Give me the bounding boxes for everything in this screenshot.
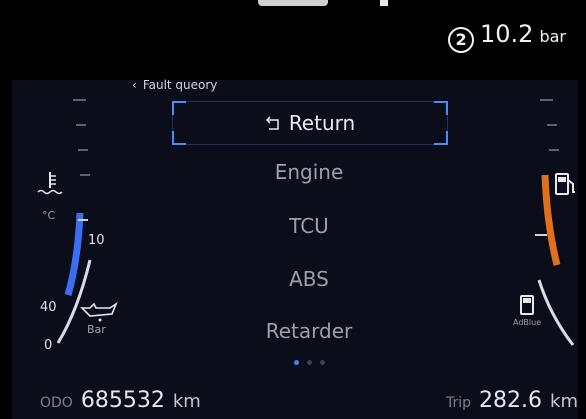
breadcrumb-label: Fault queory — [142, 78, 218, 92]
temp-tick-label: 10 — [88, 233, 105, 248]
trip-label: Trip — [446, 395, 472, 411]
circuit-indicator-icon: 2 — [448, 26, 475, 53]
pressure-value: 10.2 — [480, 20, 534, 48]
focus-corner — [434, 131, 448, 145]
odometer-value: 685532 — [80, 388, 165, 413]
adblue-gauge-track — [537, 279, 575, 346]
top-notch-marker — [380, 0, 388, 6]
page-dot — [307, 360, 312, 365]
odometer: ODO 685532 km — [40, 388, 201, 413]
return-icon — [265, 116, 279, 130]
oil-tick-high: 40 — [40, 300, 57, 315]
menu-item-abs[interactable]: ABS — [172, 267, 446, 291]
oil-unit-label: Bar — [87, 323, 106, 336]
coolant-gauge-fill — [64, 212, 84, 296]
trip-unit: km — [550, 391, 578, 412]
top-notch — [258, 0, 328, 6]
top-status-bar: 2 10.2 bar — [0, 0, 586, 80]
dashboard-screen: 2 10.2 bar ‹ Fault queory °C 10 40 0 Bar… — [0, 0, 586, 419]
menu-item-engine[interactable]: Engine — [172, 160, 446, 184]
pressure-unit: bar — [539, 27, 566, 46]
breadcrumb[interactable]: ‹ Fault queory — [132, 78, 217, 92]
oil-pressure-icon — [80, 301, 118, 322]
coolant-temperature-icon — [37, 172, 63, 195]
trip-value: 282.6 — [479, 388, 543, 413]
menu-item-tcu[interactable]: TCU — [172, 214, 446, 238]
focus-corner — [434, 101, 448, 115]
right-gauge-arc — [535, 99, 575, 346]
focus-corner — [172, 131, 186, 145]
fuel-pump-icon — [555, 173, 575, 195]
page-indicator — [294, 360, 325, 365]
right-gauge-ticks — [540, 99, 559, 151]
return-button[interactable]: Return — [172, 101, 448, 145]
menu-item-retarder[interactable]: Retarder — [172, 319, 446, 343]
odometer-label: ODO — [40, 395, 73, 411]
adblue-icon — [520, 295, 534, 315]
temp-unit-label: °C — [42, 209, 56, 222]
odometer-unit: km — [172, 391, 201, 412]
left-gauge-ticks — [73, 99, 90, 176]
focus-corner — [172, 101, 186, 115]
chevron-left-icon: ‹ — [132, 78, 137, 92]
left-bezel — [0, 80, 12, 419]
page-dot — [320, 360, 325, 365]
air-pressure-readout: 2 10.2 bar — [448, 20, 566, 53]
oil-tick-low: 0 — [44, 338, 53, 353]
return-label: Return — [288, 111, 356, 135]
page-dot — [294, 360, 299, 365]
trip-meter: Trip 282.6 km — [446, 388, 578, 413]
adblue-label: AdBlue — [513, 318, 542, 327]
